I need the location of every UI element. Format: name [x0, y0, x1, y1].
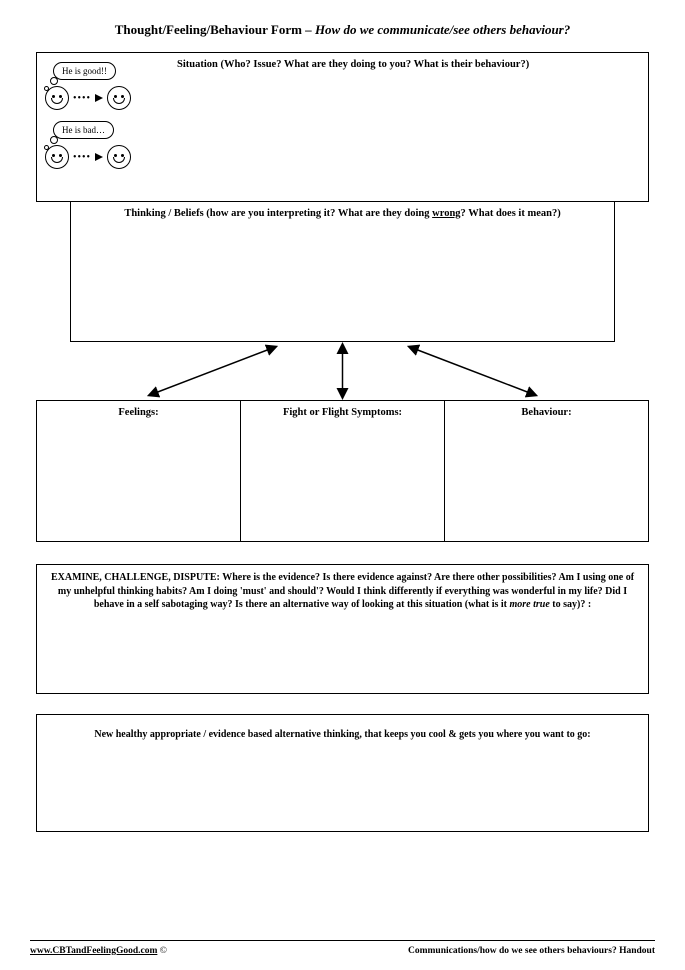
- new-thinking-box: New healthy appropriate / evidence based…: [36, 714, 649, 832]
- footer: www.CBTandFeelingGood.com © Communicatio…: [30, 945, 655, 956]
- thinking-heading-post: ? What does it mean?): [461, 208, 561, 219]
- arrows-svg: [70, 342, 615, 400]
- examine-body-italic: more true: [510, 599, 550, 610]
- new-thinking-heading: New healthy appropriate / evidence based…: [49, 729, 636, 740]
- thinking-heading-pre: Thinking / Beliefs (how are you interpre…: [124, 208, 432, 219]
- situation-box: Situation (Who? Issue? What are they doi…: [36, 52, 649, 202]
- arrows-zone: [70, 342, 615, 400]
- worksheet-page: Thought/Feeling/Behaviour Form – How do …: [0, 0, 685, 970]
- examine-heading: EXAMINE, CHALLENGE, DISPUTE: Where is th…: [49, 571, 636, 612]
- illustration: He is good!! •••• He is bad… ••••: [43, 61, 171, 179]
- dots-icon: ••••: [73, 93, 91, 104]
- smiley-icon: [107, 145, 131, 169]
- examine-box: EXAMINE, CHALLENGE, DISPUTE: Where is th…: [36, 564, 649, 694]
- thinking-heading-underlined: wrong: [432, 208, 460, 219]
- smiley-icon: [45, 145, 69, 169]
- face-row-2: ••••: [45, 145, 171, 169]
- examine-lead: EXAMINE, CHALLENGE, DISPUTE:: [51, 572, 222, 583]
- thinking-heading: Thinking / Beliefs (how are you interpre…: [81, 208, 604, 219]
- footer-left: www.CBTandFeelingGood.com ©: [30, 946, 167, 956]
- smiley-icon: [45, 86, 69, 110]
- behaviour-col: Behaviour:: [445, 401, 648, 541]
- thought-bubble-good: He is good!!: [53, 62, 116, 80]
- arrow-icon: [95, 153, 103, 161]
- feelings-heading: Feelings:: [45, 407, 232, 418]
- triple-box: Feelings: Fight or Flight Symptoms: Beha…: [36, 400, 649, 542]
- thinking-box: Thinking / Beliefs (how are you interpre…: [70, 202, 615, 342]
- dots-icon: ••••: [73, 152, 91, 163]
- examine-body-post: to say)? :: [550, 599, 591, 610]
- fight-flight-col: Fight or Flight Symptoms:: [241, 401, 445, 541]
- fight-flight-heading: Fight or Flight Symptoms:: [249, 407, 436, 418]
- smiley-icon: [107, 86, 131, 110]
- title-sub: How do we communicate/see others behavio…: [315, 22, 570, 37]
- title-main: Thought/Feeling/Behaviour Form –: [115, 22, 315, 37]
- feelings-col: Feelings:: [37, 401, 241, 541]
- footer-copy: ©: [157, 946, 167, 956]
- thought-bubble-bad: He is bad…: [53, 121, 114, 139]
- behaviour-heading: Behaviour:: [453, 407, 640, 418]
- face-row-1: ••••: [45, 86, 171, 110]
- footer-right: Communications/how do we see others beha…: [408, 946, 655, 956]
- arrow-icon: [95, 94, 103, 102]
- page-title: Thought/Feeling/Behaviour Form – How do …: [30, 22, 655, 38]
- footer-rule: [30, 940, 655, 941]
- footer-link[interactable]: www.CBTandFeelingGood.com: [30, 946, 157, 956]
